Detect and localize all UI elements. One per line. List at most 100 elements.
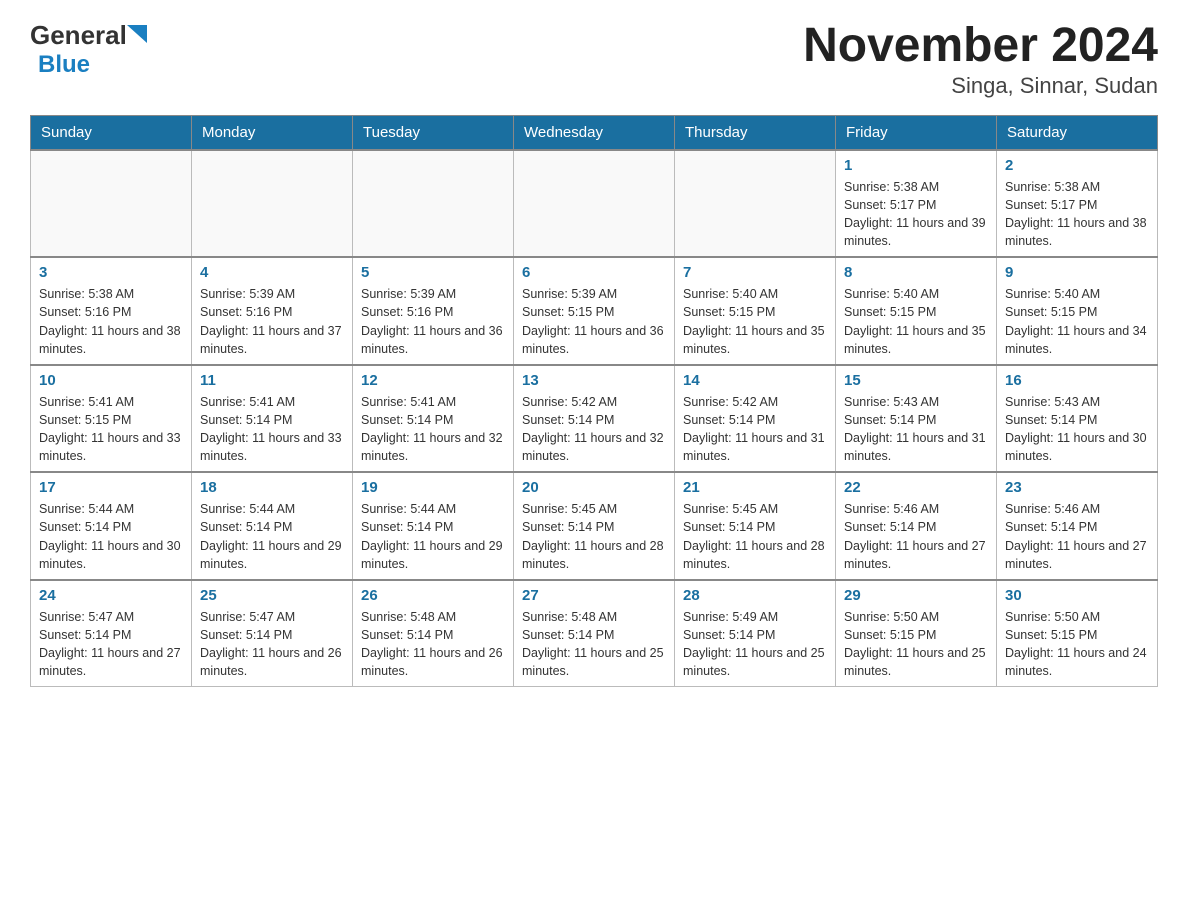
calendar-cell: 17Sunrise: 5:44 AM Sunset: 5:14 PM Dayli… — [31, 472, 192, 580]
day-number: 9 — [1005, 264, 1149, 281]
day-info: Sunrise: 5:42 AM Sunset: 5:14 PM Dayligh… — [683, 393, 827, 466]
calendar-cell — [353, 150, 514, 258]
day-number: 13 — [522, 372, 666, 389]
day-info: Sunrise: 5:46 AM Sunset: 5:14 PM Dayligh… — [1005, 500, 1149, 573]
day-number: 26 — [361, 587, 505, 604]
day-number: 21 — [683, 479, 827, 496]
calendar-cell — [514, 150, 675, 258]
day-info: Sunrise: 5:50 AM Sunset: 5:15 PM Dayligh… — [844, 608, 988, 681]
calendar-week-row: 24 Sunrise: 5:47 AM Sunset: 5:14 PM Dayli… — [31, 580, 1158, 687]
day-of-week-header: Sunday — [31, 115, 192, 150]
day-of-week-header: Saturday — [997, 115, 1158, 150]
day-info: Sunrise: 5:50 AM Sunset: 5:15 PM Dayligh… — [1005, 608, 1149, 681]
day-info: Sunrise: 5:47 AM Sunset: 5:14 PM Dayligh… — [200, 608, 344, 681]
day-number: 17 — [39, 479, 183, 496]
day-number: 18 — [200, 479, 344, 496]
day-info: Sunrise: 5:45 AM Sunset: 5:14 PM Dayligh… — [683, 500, 827, 573]
day-number: 14 — [683, 372, 827, 389]
calendar-cell: 4 Sunrise: 5:39 AM Sunset: 5:16 PM Daylig… — [192, 257, 353, 365]
day-info: Sunrise: 5:42 AM Sunset: 5:14 PM Dayligh… — [522, 393, 666, 466]
calendar-cell: 30Sunrise: 5:50 AM Sunset: 5:15 PM Dayli… — [997, 580, 1158, 687]
calendar-cell: 15 Sunrise: 5:43 AM Sunset: 5:14 PM Dayli… — [836, 365, 997, 473]
day-number: 5 — [361, 264, 505, 281]
day-info: Sunrise: 5:44 AM Sunset: 5:14 PM Dayligh… — [200, 500, 344, 573]
day-number: 15 — [844, 372, 988, 389]
day-number: 2 — [1005, 157, 1149, 174]
calendar-cell: 27 Sunrise: 5:48 AM Sunset: 5:14 PM Dayli… — [514, 580, 675, 687]
day-info: Sunrise: 5:39 AM Sunset: 5:16 PM Dayligh… — [200, 285, 344, 358]
day-number: 28 — [683, 587, 827, 604]
calendar-cell: 26Sunrise: 5:48 AM Sunset: 5:14 PM Dayli… — [353, 580, 514, 687]
logo: General Blue — [30, 20, 147, 79]
calendar-cell: 7Sunrise: 5:40 AM Sunset: 5:15 PM Daylig… — [675, 257, 836, 365]
calendar-week-row: 3Sunrise: 5:38 AM Sunset: 5:16 PM Daylig… — [31, 257, 1158, 365]
calendar-cell: 6Sunrise: 5:39 AM Sunset: 5:15 PM Daylig… — [514, 257, 675, 365]
calendar-cell: 14 Sunrise: 5:42 AM Sunset: 5:14 PM Dayli… — [675, 365, 836, 473]
calendar-cell: 16Sunrise: 5:43 AM Sunset: 5:14 PM Dayli… — [997, 365, 1158, 473]
day-number: 29 — [844, 587, 988, 604]
day-number: 11 — [200, 372, 344, 389]
calendar-cell: 21 Sunrise: 5:45 AM Sunset: 5:14 PM Dayli… — [675, 472, 836, 580]
calendar-cell: 11Sunrise: 5:41 AM Sunset: 5:14 PM Dayli… — [192, 365, 353, 473]
day-number: 19 — [361, 479, 505, 496]
calendar-week-row: 10 Sunrise: 5:41 AM Sunset: 5:15 PM Dayli… — [31, 365, 1158, 473]
calendar-cell: 18 Sunrise: 5:44 AM Sunset: 5:14 PM Dayli… — [192, 472, 353, 580]
day-of-week-header: Friday — [836, 115, 997, 150]
calendar-cell: 8 Sunrise: 5:40 AM Sunset: 5:15 PM Daylig… — [836, 257, 997, 365]
day-info: Sunrise: 5:41 AM Sunset: 5:15 PM Dayligh… — [39, 393, 183, 466]
day-number: 23 — [1005, 479, 1149, 496]
calendar-header-row: SundayMondayTuesdayWednesdayThursdayFrid… — [31, 115, 1158, 150]
calendar-cell: 29 Sunrise: 5:50 AM Sunset: 5:15 PM Dayli… — [836, 580, 997, 687]
calendar-cell: 10 Sunrise: 5:41 AM Sunset: 5:15 PM Dayli… — [31, 365, 192, 473]
day-of-week-header: Monday — [192, 115, 353, 150]
logo-general-text: General — [30, 20, 127, 51]
day-info: Sunrise: 5:40 AM Sunset: 5:15 PM Dayligh… — [683, 285, 827, 358]
day-number: 27 — [522, 587, 666, 604]
calendar-cell: 13 Sunrise: 5:42 AM Sunset: 5:14 PM Dayli… — [514, 365, 675, 473]
day-info: Sunrise: 5:45 AM Sunset: 5:14 PM Dayligh… — [522, 500, 666, 573]
day-info: Sunrise: 5:40 AM Sunset: 5:15 PM Dayligh… — [844, 285, 988, 358]
calendar-cell: 20 Sunrise: 5:45 AM Sunset: 5:14 PM Dayli… — [514, 472, 675, 580]
day-number: 25 — [200, 587, 344, 604]
day-info: Sunrise: 5:48 AM Sunset: 5:14 PM Dayligh… — [522, 608, 666, 681]
calendar-cell — [192, 150, 353, 258]
calendar-cell: 24 Sunrise: 5:47 AM Sunset: 5:14 PM Dayli… — [31, 580, 192, 687]
day-of-week-header: Tuesday — [353, 115, 514, 150]
page-title: November 2024 — [803, 20, 1158, 73]
calendar-week-row: 17 Sunrise: 5:44 AM Sunset: 5:14 PM Dayli… — [31, 472, 1158, 580]
day-number: 10 — [39, 372, 183, 389]
day-info: Sunrise: 5:39 AM Sunset: 5:16 PM Dayligh… — [361, 285, 505, 358]
title-area: November 2024 Singa, Sinnar, Sudan — [803, 20, 1158, 99]
logo-triangle-icon — [127, 25, 147, 48]
day-info: Sunrise: 5:38 AM Sunset: 5:17 PM Dayligh… — [844, 178, 988, 251]
day-number: 24 — [39, 587, 183, 604]
calendar-cell: 19 Sunrise: 5:44 AM Sunset: 5:14 PM Dayli… — [353, 472, 514, 580]
calendar-cell: 28Sunrise: 5:49 AM Sunset: 5:14 PM Dayli… — [675, 580, 836, 687]
day-info: Sunrise: 5:38 AM Sunset: 5:16 PM Dayligh… — [39, 285, 183, 358]
calendar-cell: 1 Sunrise: 5:38 AM Sunset: 5:17 PM Daylig… — [836, 150, 997, 258]
day-number: 1 — [844, 157, 988, 174]
page-subtitle: Singa, Sinnar, Sudan — [803, 73, 1158, 99]
calendar-cell: 3Sunrise: 5:38 AM Sunset: 5:16 PM Daylig… — [31, 257, 192, 365]
calendar-cell: 5 Sunrise: 5:39 AM Sunset: 5:16 PM Daylig… — [353, 257, 514, 365]
day-info: Sunrise: 5:47 AM Sunset: 5:14 PM Dayligh… — [39, 608, 183, 681]
calendar-cell: 23 Sunrise: 5:46 AM Sunset: 5:14 PM Dayli… — [997, 472, 1158, 580]
day-info: Sunrise: 5:44 AM Sunset: 5:14 PM Dayligh… — [361, 500, 505, 573]
calendar-table: SundayMondayTuesdayWednesdayThursdayFrid… — [30, 115, 1158, 688]
page-header: General Blue November 2024 Singa, Sinnar… — [30, 20, 1158, 99]
day-number: 4 — [200, 264, 344, 281]
day-info: Sunrise: 5:40 AM Sunset: 5:15 PM Dayligh… — [1005, 285, 1149, 358]
day-of-week-header: Wednesday — [514, 115, 675, 150]
calendar-cell: 9 Sunrise: 5:40 AM Sunset: 5:15 PM Daylig… — [997, 257, 1158, 365]
calendar-cell — [675, 150, 836, 258]
day-info: Sunrise: 5:38 AM Sunset: 5:17 PM Dayligh… — [1005, 178, 1149, 251]
logo-blue-text: Blue — [38, 51, 90, 78]
calendar-cell: 2 Sunrise: 5:38 AM Sunset: 5:17 PM Daylig… — [997, 150, 1158, 258]
day-number: 8 — [844, 264, 988, 281]
day-info: Sunrise: 5:39 AM Sunset: 5:15 PM Dayligh… — [522, 285, 666, 358]
calendar-cell: 22Sunrise: 5:46 AM Sunset: 5:14 PM Dayli… — [836, 472, 997, 580]
day-of-week-header: Thursday — [675, 115, 836, 150]
calendar-cell — [31, 150, 192, 258]
day-number: 20 — [522, 479, 666, 496]
day-info: Sunrise: 5:43 AM Sunset: 5:14 PM Dayligh… — [844, 393, 988, 466]
